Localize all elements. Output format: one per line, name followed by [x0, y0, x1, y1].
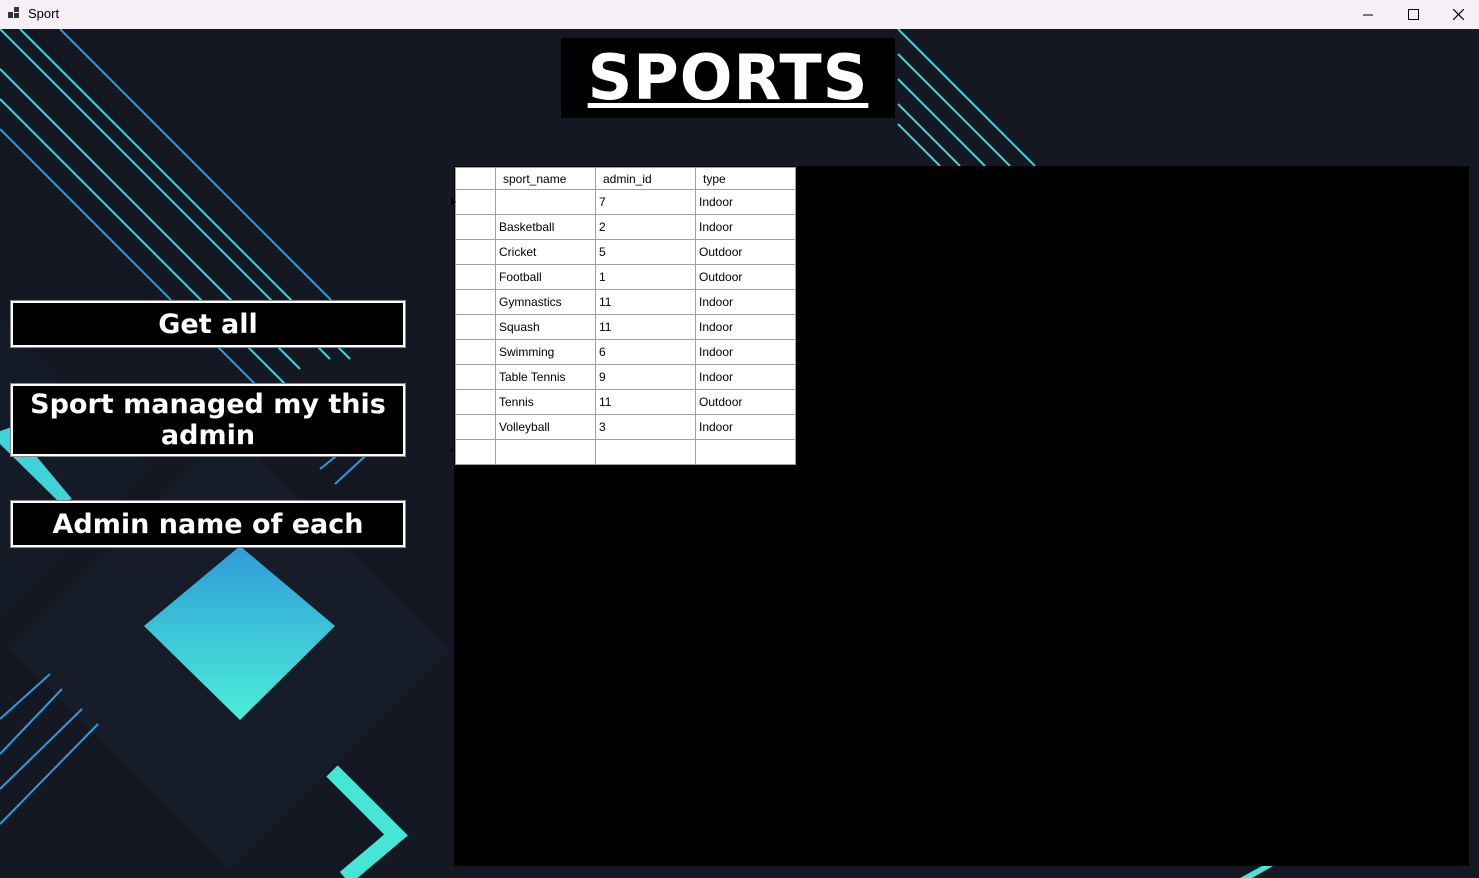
new-row-marker: *	[449, 447, 454, 459]
grid-cell[interactable]: Gymnastics	[495, 289, 596, 315]
row-header[interactable]: *	[449, 439, 496, 465]
table-row[interactable]: Cricket 5 Outdoor	[455, 239, 796, 265]
maximize-icon	[1407, 9, 1419, 20]
grid-cell[interactable]: 3	[595, 414, 696, 440]
row-header[interactable]	[455, 364, 496, 390]
grid-cell[interactable]: Basketball	[495, 214, 596, 240]
page-heading-box: SPORTS	[561, 38, 895, 118]
data-grid-panel[interactable]: sport_name admin_id type Badminton 7 Ind…	[449, 166, 1469, 866]
table-row[interactable]: Volleyball 3 Indoor	[455, 414, 796, 440]
title-bar: Sport	[0, 0, 1479, 29]
row-header[interactable]	[455, 264, 496, 290]
grid-cell[interactable]	[595, 439, 696, 465]
row-header[interactable]	[455, 214, 496, 240]
page-title: SPORTS	[587, 41, 869, 114]
grid-cell[interactable]: 6	[595, 339, 696, 365]
row-header[interactable]	[455, 389, 496, 415]
table-row[interactable]: Tennis 11 Outdoor	[455, 389, 796, 415]
grid-cell[interactable]: Squash	[495, 314, 596, 340]
grid-cell[interactable]: Indoor	[695, 414, 796, 440]
column-header[interactable]: admin_id	[595, 167, 696, 190]
get-all-button[interactable]: Get all	[10, 300, 406, 348]
grid-cell[interactable]: 2	[595, 214, 696, 240]
table-row[interactable]: Basketball 2 Indoor	[455, 214, 796, 240]
minimize-button[interactable]	[1345, 0, 1391, 29]
table-row[interactable]: Football 1 Outdoor	[455, 264, 796, 290]
grid-cell[interactable]	[495, 439, 596, 465]
grid-cell[interactable]: 11	[595, 289, 696, 315]
current-row-arrow-icon	[451, 198, 456, 206]
grid-cell[interactable]: Indoor	[695, 364, 796, 390]
sport-managed-by-admin-button[interactable]: Sport managed my this admin	[10, 383, 406, 457]
grid-cell[interactable]: Outdoor	[695, 389, 796, 415]
row-header[interactable]	[455, 414, 496, 440]
grid-cell[interactable]: 11	[595, 314, 696, 340]
grid-cell[interactable]	[695, 439, 796, 465]
table-row[interactable]: Badminton 7 Indoor	[451, 189, 796, 215]
grid-cell[interactable]: Football	[495, 264, 596, 290]
new-row[interactable]: *	[449, 439, 796, 465]
grid-cell[interactable]: Outdoor	[695, 239, 796, 265]
grid-cell[interactable]: Badminton	[495, 189, 596, 215]
table-row[interactable]: Gymnastics 11 Indoor	[455, 289, 796, 315]
maximize-button[interactable]	[1390, 0, 1436, 29]
grid-cell[interactable]: 5	[595, 239, 696, 265]
row-header[interactable]	[451, 189, 496, 215]
admin-name-of-each-button[interactable]: Admin name of each	[10, 500, 406, 548]
grid-cell[interactable]: Volleyball	[495, 414, 596, 440]
row-header[interactable]	[455, 289, 496, 315]
grid-cell[interactable]: 9	[595, 364, 696, 390]
row-header[interactable]	[455, 239, 496, 265]
close-icon	[1452, 9, 1464, 20]
grid-cell[interactable]: 11	[595, 389, 696, 415]
grid-cell[interactable]: 1	[595, 264, 696, 290]
table-row[interactable]: Table Tennis 9 Indoor	[455, 364, 796, 390]
grid-cell[interactable]: Indoor	[695, 314, 796, 340]
close-button[interactable]	[1435, 0, 1479, 29]
column-header[interactable]: type	[695, 167, 796, 190]
table-row[interactable]: Swimming 6 Indoor	[455, 339, 796, 365]
data-grid[interactable]: sport_name admin_id type Badminton 7 Ind…	[449, 167, 796, 465]
grid-cell[interactable]: Indoor	[695, 189, 796, 215]
window-title: Sport	[28, 6, 60, 21]
grid-cell[interactable]: Tennis	[495, 389, 596, 415]
app-icon	[8, 7, 19, 18]
grid-cell[interactable]: Table Tennis	[495, 364, 596, 390]
grid-cell[interactable]: Cricket	[495, 239, 596, 265]
grid-cell[interactable]: Swimming	[495, 339, 596, 365]
row-header[interactable]	[455, 339, 496, 365]
grid-cell[interactable]: Outdoor	[695, 264, 796, 290]
grid-cell[interactable]: Indoor	[695, 214, 796, 240]
column-header[interactable]: sport_name	[495, 167, 596, 190]
grid-header-row: sport_name admin_id type	[455, 167, 796, 190]
row-header[interactable]	[455, 314, 496, 340]
grid-cell[interactable]: Indoor	[695, 339, 796, 365]
grid-cell[interactable]: Indoor	[695, 289, 796, 315]
grid-cell[interactable]: 7	[595, 189, 696, 215]
minimize-icon	[1363, 14, 1373, 15]
row-header-corner[interactable]	[455, 167, 496, 190]
table-row[interactable]: Squash 11 Indoor	[455, 314, 796, 340]
client-area: SPORTS Get all Sport managed my this adm…	[0, 29, 1479, 878]
